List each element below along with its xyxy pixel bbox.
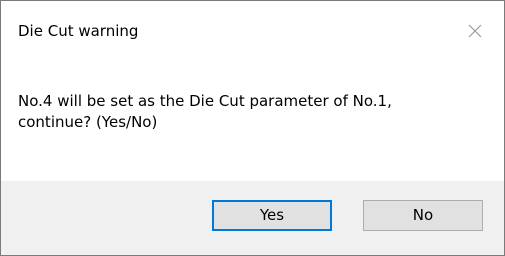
no-button[interactable]: No — [363, 200, 483, 231]
close-button[interactable] — [464, 20, 486, 42]
button-bar: Yes No — [1, 181, 504, 255]
close-icon — [468, 24, 482, 38]
die-cut-warning-dialog: Die Cut warning No.4 will be set as the … — [0, 0, 505, 256]
dialog-message: No.4 will be set as the Die Cut paramete… — [18, 92, 392, 131]
dialog-titlebar: Die Cut warning — [1, 1, 504, 63]
yes-button[interactable]: Yes — [212, 200, 332, 231]
dialog-title: Die Cut warning — [18, 22, 139, 40]
message-area: No.4 will be set as the Die Cut paramete… — [1, 63, 504, 181]
